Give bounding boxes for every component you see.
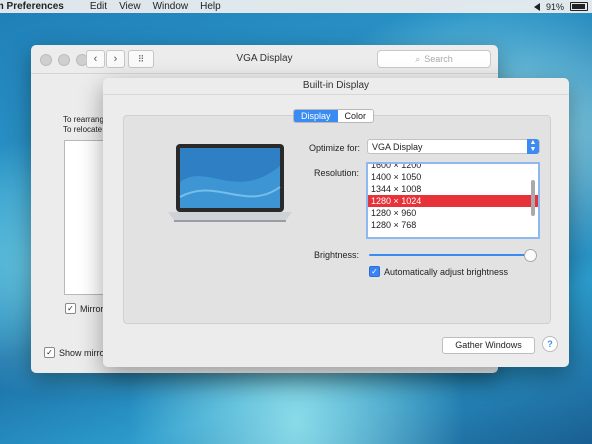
menu-edit[interactable]: Edit [90,1,107,12]
resolution-option[interactable]: 1280 × 768 [368,219,538,231]
tab-display[interactable]: Display [294,110,338,122]
auto-brightness-checkbox[interactable]: ✓ Automatically adjust brightness [369,266,508,277]
menu-help[interactable]: Help [200,1,221,12]
resolution-label: Resolution: [313,168,359,178]
optimize-for-value: VGA Display [372,142,423,152]
arrange-line-2: To relocate [63,125,103,134]
search-placeholder: Search [424,54,453,64]
volume-icon[interactable] [533,2,540,11]
resolution-option[interactable]: 1600 × 1200 [368,164,538,171]
menu-app-name[interactable]: tem Preferences [0,1,64,12]
search-icon: ⌕ [415,53,421,64]
show-mirroring-label: Show mirro [59,347,105,358]
laptop-icon [168,144,292,222]
scrollbar[interactable] [531,180,535,216]
resolution-option[interactable]: 1280 × 960 [368,207,538,219]
brightness-slider-knob[interactable] [524,249,537,262]
status-area: 91% [533,0,588,13]
resolution-option[interactable]: 1344 × 1008 [368,183,538,195]
brightness-label: Brightness: [313,250,359,260]
arrange-line-1: To rearrang [63,115,104,124]
tab-color[interactable]: Color [337,110,374,122]
display-color-tabs: Display Color [293,109,375,123]
arrange-instructions: To rearrang To relocate [63,115,104,135]
help-button[interactable]: ? [542,336,558,352]
select-arrows-icon: ▲ ▼ [527,139,539,154]
display-arrangement-area[interactable] [64,140,106,295]
menu-window[interactable]: Window [153,1,189,12]
checkmark-icon: ✓ [44,347,55,358]
search-input[interactable]: ⌕ Search [377,50,491,68]
builtin-titlebar: Built-in Display [103,78,569,95]
resolution-option-selected[interactable]: 1280 × 1024 [368,195,538,207]
mirror-checkbox[interactable]: ✓ Mirror [65,303,104,314]
builtin-display-window: Built-in Display Optimize for: Display C… [103,78,569,367]
battery-percentage: 91% [545,1,564,12]
checkmark-icon: ✓ [65,303,76,314]
battery-icon[interactable] [570,2,588,11]
brightness-slider-track[interactable] [369,254,534,256]
resolution-list[interactable]: 1600 × 1200 1400 × 1050 1344 × 1008 1280… [366,162,540,239]
menu-bar: tem Preferences Edit View Window Help 91… [0,0,592,13]
optimize-for-label: Optimize for: [308,143,360,153]
gather-windows-button[interactable]: Gather Windows [442,337,535,354]
show-mirroring-checkbox[interactable]: ✓ Show mirro [44,347,105,358]
checkmark-icon: ✓ [369,266,380,277]
resolution-option[interactable]: 1400 × 1050 [368,171,538,183]
vga-titlebar: ‹ › ⠿ VGA Display ⌕ Search [31,45,498,74]
auto-brightness-label: Automatically adjust brightness [384,266,509,277]
menu-view[interactable]: View [119,1,141,12]
optimize-for-select[interactable]: VGA Display ▲ ▼ [367,139,540,154]
mirror-label: Mirror [80,303,104,314]
